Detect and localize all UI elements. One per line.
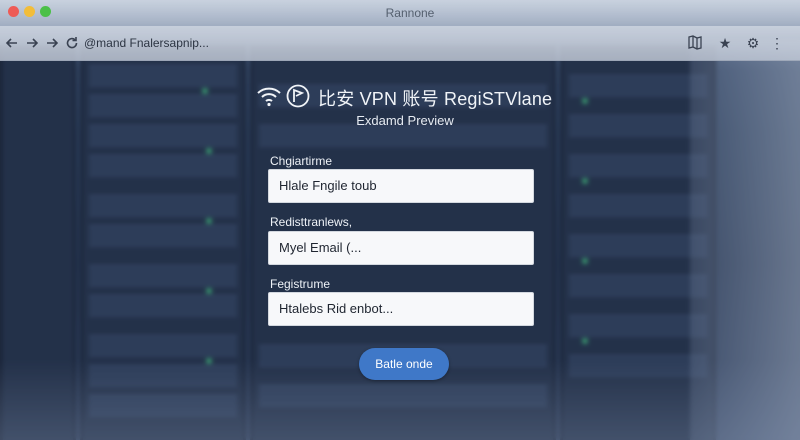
- window-titlebar: Rannone: [0, 0, 800, 26]
- minimize-window-button[interactable]: [24, 6, 35, 17]
- maximize-window-button[interactable]: [40, 6, 51, 17]
- star-icon[interactable]: ★: [716, 34, 734, 52]
- gear-icon[interactable]: ⚙: [744, 34, 762, 52]
- field-label: Chgiartirme: [270, 154, 333, 168]
- close-window-button[interactable]: [8, 6, 19, 17]
- email-input[interactable]: Myel Email (...: [268, 231, 534, 265]
- field-label: Fegistrume: [270, 277, 331, 291]
- field-label: Redisttranlews,: [270, 215, 353, 229]
- reload-icon[interactable]: [64, 35, 80, 51]
- browser-toolbar: @mand Fnalersapnip... ★ ⚙ ⋮: [0, 26, 800, 61]
- map-icon[interactable]: [686, 34, 704, 52]
- arrow-right-icon[interactable]: [44, 35, 60, 51]
- password-input[interactable]: Htalebs Rid enbot...: [268, 292, 534, 326]
- arrow-left-icon[interactable]: [4, 35, 20, 51]
- submit-button[interactable]: Batle onde: [359, 348, 449, 380]
- brand-header: 比安 VPN 账号 RegiSTVlane: [256, 82, 556, 112]
- page-title: 比安 VPN 账号 RegiSTVlane: [318, 89, 553, 109]
- more-vertical-icon[interactable]: ⋮: [768, 34, 786, 52]
- page-subtitle: Exdamd Preview: [356, 113, 454, 128]
- flag-icon: [286, 84, 310, 108]
- wifi-icon: [256, 84, 282, 108]
- arrow-right-icon[interactable]: [24, 35, 40, 51]
- window-title: Rannone: [385, 6, 435, 20]
- name-input[interactable]: Hlale Fngile toub: [268, 169, 534, 203]
- address-bar[interactable]: @mand Fnalersapnip...: [84, 33, 680, 53]
